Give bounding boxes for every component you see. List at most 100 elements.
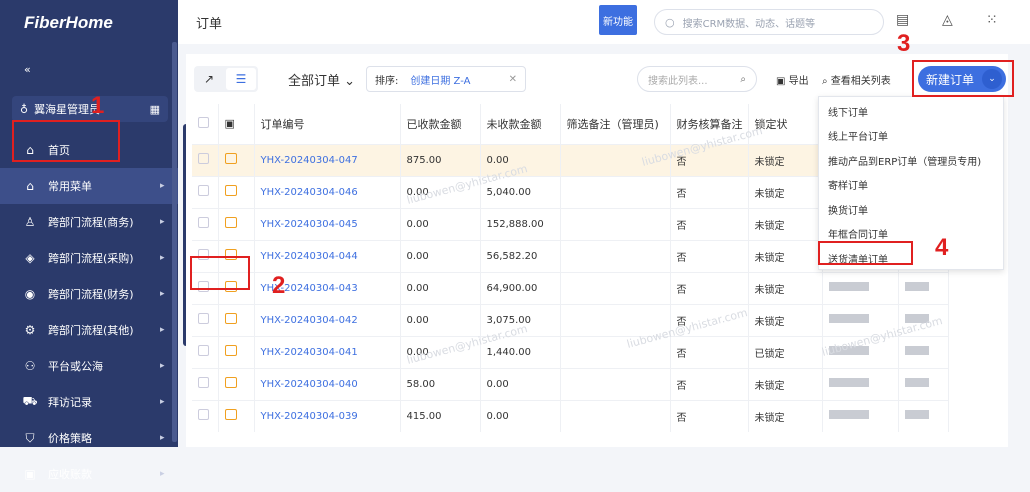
list-view-icon[interactable]: ☰: [226, 68, 256, 90]
select-all-checkbox[interactable]: [198, 116, 209, 128]
order-code-cell[interactable]: YHX-20240304-044: [254, 239, 401, 272]
lock-status-cell: 未锁定: [748, 207, 823, 240]
order-type-option[interactable]: 线下订单: [819, 99, 1003, 124]
order-code-cell[interactable]: YHX-20240304-046: [254, 175, 401, 208]
sidebar-item-2[interactable]: ⌂ 常用菜单 ▸: [0, 168, 178, 204]
row-checkbox[interactable]: [198, 153, 209, 164]
row-checkbox[interactable]: [198, 185, 209, 196]
sidebar-item-label: 应收账款: [48, 468, 92, 481]
sidebar-item-label: 跨部门流程(商务): [48, 216, 134, 229]
finance-note-cell: 否: [670, 399, 749, 432]
filter-note-cell: [560, 207, 671, 240]
sidebar-item-10[interactable]: ▣ 应收账款 ▸: [0, 456, 178, 492]
global-search-input[interactable]: ○ 搜索CRM数据、动态、话题等: [654, 9, 884, 35]
order-type-option[interactable]: 推动产品到ERP订单（管理员专用): [819, 148, 1003, 173]
sort-selector[interactable]: 排序: 创建日期 Z-A ✕: [366, 66, 526, 92]
column-settings-icon[interactable]: ▣: [225, 117, 235, 130]
header-checkbox-cell[interactable]: [192, 104, 219, 144]
view-toggle[interactable]: ↗ ☰: [194, 66, 258, 92]
sidebar-item-label: 跨部门流程(采购): [48, 252, 134, 265]
export-button[interactable]: ▣ 导出: [776, 72, 809, 87]
received-cell: 875.00: [400, 143, 481, 176]
all-orders-dropdown[interactable]: 全部订单 ⌄: [288, 70, 355, 89]
order-code-link[interactable]: YHX-20240304-046: [261, 187, 358, 198]
order-code-cell[interactable]: YHX-20240304-040: [254, 367, 401, 400]
received-cell: 0.00: [400, 207, 481, 240]
folder-icon: [224, 345, 237, 356]
sidebar-item-6[interactable]: ⚙ 跨部门流程(其他) ▸: [0, 312, 178, 348]
row-checkbox-cell[interactable]: [192, 367, 219, 400]
order-code-cell[interactable]: YHX-20240304-039: [254, 399, 401, 432]
sidebar-item-8[interactable]: ⛟ 拜访记录 ▸: [0, 384, 178, 420]
row-checkbox-cell[interactable]: [192, 143, 219, 176]
chevron-right-icon: ▸: [160, 253, 165, 263]
document-icon[interactable]: ▤: [896, 12, 909, 28]
finance-note-cell: 否: [670, 271, 749, 304]
order-code-cell[interactable]: YHX-20240304-042: [254, 303, 401, 336]
apps-grid-icon[interactable]: ⁙: [986, 12, 998, 28]
sidebar-item-label: 常用菜单: [48, 180, 92, 193]
order-code-link[interactable]: YHX-20240304-040: [261, 379, 358, 390]
order-code-link[interactable]: YHX-20240304-044: [261, 251, 358, 262]
chevron-right-icon: ▸: [160, 217, 165, 227]
column-header[interactable]: 筛选备注（管理员): [560, 104, 671, 144]
user-switcher[interactable]: ♁ 翼海星管理员 ▦: [12, 96, 168, 122]
row-checkbox-cell[interactable]: [192, 303, 219, 336]
table-row[interactable]: YHX-20240304-039 415.00 0.00 否 未锁定: [192, 399, 949, 432]
order-code-link[interactable]: YHX-20240304-042: [261, 315, 358, 326]
order-code-link[interactable]: YHX-20240304-047: [261, 155, 358, 166]
chart-view-icon[interactable]: ↗: [194, 72, 224, 86]
table-row[interactable]: YHX-20240304-043 0.00 64,900.00 否 未锁定: [192, 271, 949, 304]
row-checkbox[interactable]: [198, 313, 209, 324]
row-checkbox-cell[interactable]: [192, 175, 219, 208]
order-code-cell[interactable]: YHX-20240304-047: [254, 143, 401, 176]
lock-status-cell: 已锁定: [748, 335, 823, 368]
order-type-option[interactable]: 线上平台订单: [819, 124, 1003, 149]
sidebar-scrollbar[interactable]: [172, 42, 177, 442]
sidebar-item-7[interactable]: ⚇ 平台或公海 ▸: [0, 348, 178, 384]
column-header[interactable]: 未收款金额: [480, 104, 561, 144]
order-type-option[interactable]: 换货订单: [819, 197, 1003, 222]
row-icon-cell: [218, 335, 255, 368]
column-header[interactable]: 已收款金额: [400, 104, 481, 144]
order-type-option[interactable]: 寄样订单: [819, 173, 1003, 198]
blurred-cell: [898, 271, 949, 304]
finance-note-cell: 否: [670, 367, 749, 400]
highlight-box-3: [912, 60, 1014, 97]
coin-icon: ◉: [24, 287, 36, 301]
table-row[interactable]: YHX-20240304-040 58.00 0.00 否 未锁定: [192, 367, 949, 400]
chevron-right-icon: ▸: [160, 325, 165, 335]
row-checkbox[interactable]: [198, 345, 209, 356]
sidebar-item-4[interactable]: ◈ 跨部门流程(采购) ▸: [0, 240, 178, 276]
row-checkbox[interactable]: [198, 217, 209, 228]
row-checkbox-cell[interactable]: [192, 207, 219, 240]
bell-icon[interactable]: ◬: [942, 12, 953, 28]
column-header[interactable]: 订单编号: [254, 104, 401, 144]
sidebar-item-5[interactable]: ◉ 跨部门流程(财务) ▸: [0, 276, 178, 312]
table-row[interactable]: YHX-20240304-042 0.00 3,075.00 否 未锁定: [192, 303, 949, 336]
sidebar-item-3[interactable]: ♙ 跨部门流程(商务) ▸: [0, 204, 178, 240]
annotation-number: 2: [272, 272, 286, 299]
annotation-number: 3: [897, 30, 911, 57]
chevron-right-icon: ▸: [160, 361, 165, 371]
row-checkbox[interactable]: [198, 377, 209, 388]
clear-sort-icon[interactable]: ✕: [509, 74, 517, 85]
chevron-right-icon: ▸: [160, 397, 165, 407]
highlight-box-4: [818, 241, 913, 265]
related-lists-button[interactable]: ⌕ 查看相关列表: [822, 72, 891, 87]
sidebar-item-label: 拜访记录: [48, 396, 92, 409]
new-feature-button[interactable]: 新功能: [599, 5, 637, 35]
row-checkbox-cell[interactable]: [192, 399, 219, 432]
grid-switch-icon[interactable]: ▦: [150, 103, 160, 116]
order-code-cell[interactable]: YHX-20240304-045: [254, 207, 401, 240]
order-code-cell[interactable]: YHX-20240304-041: [254, 335, 401, 368]
order-code-link[interactable]: YHX-20240304-039: [261, 411, 358, 422]
row-checkbox-cell[interactable]: [192, 335, 219, 368]
order-code-link[interactable]: YHX-20240304-045: [261, 219, 358, 230]
gear-icon: ⚙: [24, 323, 36, 337]
sidebar-item-9[interactable]: ⛉ 价格策略 ▸: [0, 420, 178, 456]
list-search-input[interactable]: 搜索此列表... ⌕: [637, 66, 757, 92]
row-checkbox[interactable]: [198, 409, 209, 421]
collapse-icon[interactable]: «: [0, 46, 178, 92]
order-code-link[interactable]: YHX-20240304-041: [261, 347, 358, 358]
